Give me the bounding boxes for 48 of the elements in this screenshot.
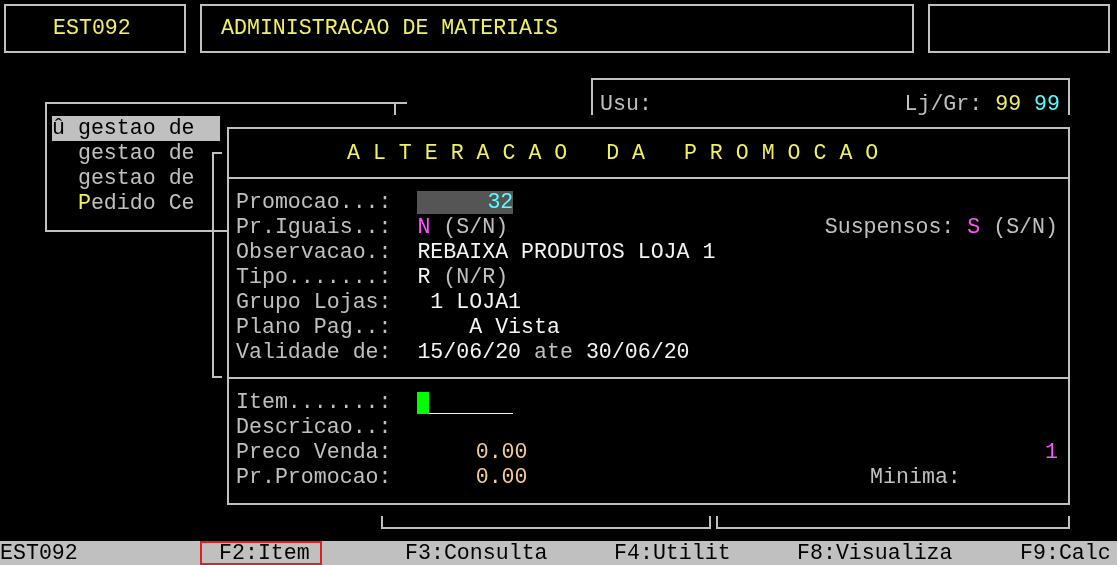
system-title: ADMINISTRACAO DE MATERIAIS: [221, 16, 558, 41]
field-value: 1: [429, 290, 444, 315]
field-label: Preco Venda:: [236, 440, 393, 465]
field-value: 30/06/20: [585, 340, 690, 365]
group-number: 99: [1034, 92, 1060, 115]
menu-item[interactable]: gestao de: [52, 141, 221, 166]
field-label: Tipo.......:: [236, 265, 393, 290]
function-key[interactable]: F2:Item: [200, 541, 322, 565]
field-value: A Vista: [469, 315, 560, 340]
menu-item[interactable]: gestao de: [52, 166, 221, 191]
menu-item[interactable]: û gestao de: [52, 116, 221, 141]
field-value: 15/06/20: [417, 340, 522, 365]
field-label: Grupo Lojas:: [236, 290, 393, 315]
field-label: Item.......:: [236, 390, 393, 415]
field-label: Pr.Promocao:: [236, 465, 393, 490]
field-label: Pr.Iguais..:: [236, 215, 393, 240]
field-value: REBAIXA PRODUTOS LOJA 1: [417, 240, 716, 265]
field-value: S: [967, 215, 981, 240]
quantity-value: 1: [1045, 440, 1058, 465]
field-value: N: [417, 215, 431, 240]
field-label: Descricao..:: [236, 415, 393, 440]
field-value: R: [417, 265, 431, 290]
function-key[interactable]: F3:Consulta: [386, 541, 567, 565]
field-label: Plano Pag..:: [236, 315, 393, 340]
option-hint: (S/N): [443, 215, 509, 240]
option-hint: (S/N): [993, 215, 1058, 240]
user-label: Usu:: [600, 92, 652, 115]
text-cursor: [417, 391, 430, 414]
function-key[interactable]: F8:Visualiza: [778, 541, 972, 565]
menu-item[interactable]: Pedido Ce: [52, 191, 221, 216]
function-key[interactable]: EST092: [0, 541, 97, 565]
store-number: 99: [995, 92, 1022, 115]
field-label: Promocao...:: [236, 190, 393, 215]
field-label: Minima:: [870, 465, 961, 490]
promotion-number-field[interactable]: 32: [417, 191, 514, 214]
field-label: Observacao.:: [236, 240, 393, 265]
option-hint: (N/R): [443, 265, 509, 290]
function-key[interactable]: F4:Utilit: [595, 541, 750, 565]
field-label: Validade de:: [236, 340, 393, 365]
field-value: 0.00: [474, 465, 528, 490]
function-key[interactable]: F9:Calc: [1001, 541, 1117, 565]
dialog-title: A L T E R A C A O D A P R O M O C A O: [347, 140, 879, 166]
field-value: 0.00: [474, 440, 528, 465]
field-label: ate: [534, 340, 573, 365]
field-label: Suspensos:: [824, 215, 955, 240]
store-group-label: Lj/Gr:: [904, 92, 983, 115]
field-value: LOJA1: [456, 290, 522, 315]
program-code: EST092: [53, 16, 131, 41]
